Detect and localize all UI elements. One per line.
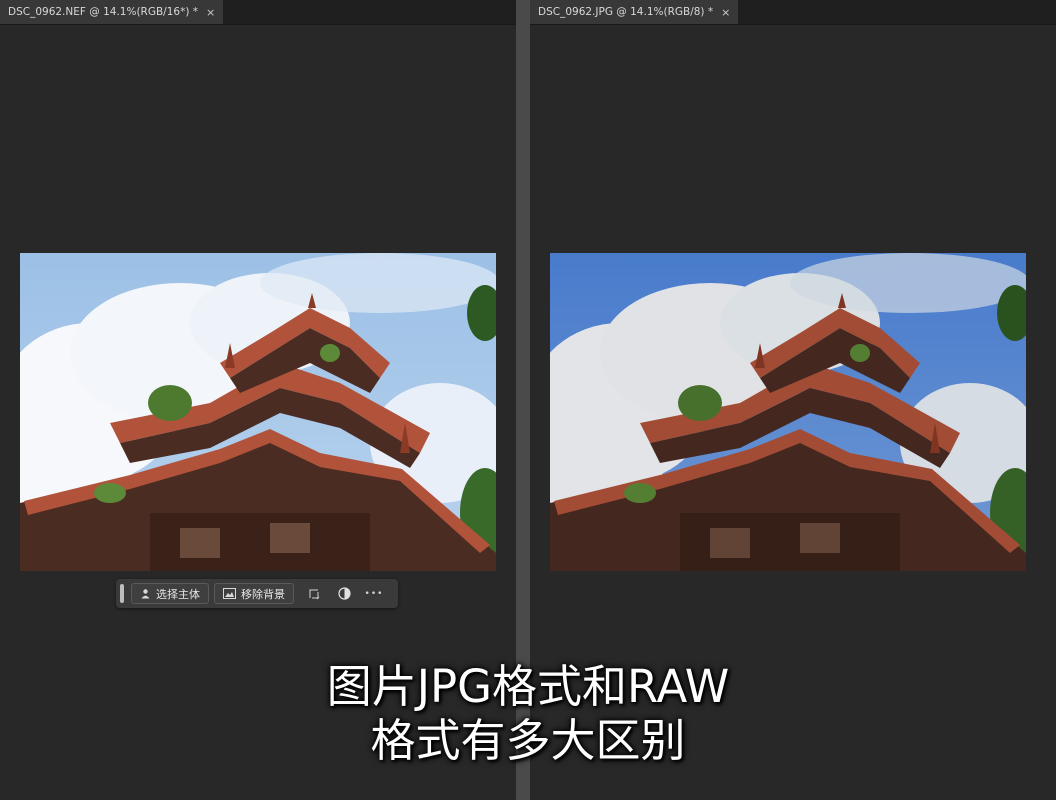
tab-nef-document[interactable]: DSC_0962.NEF @ 14.1%(RGB/16*) * × (0, 0, 224, 24)
tab-nef-title: DSC_0962.NEF @ 14.1%(RGB/16*) * (8, 6, 199, 18)
image-icon (223, 588, 236, 599)
drag-handle[interactable] (120, 584, 124, 603)
close-icon[interactable]: × (721, 6, 730, 19)
tab-jpg-title: DSC_0962.JPG @ 14.1%(RGB/8) * (538, 6, 714, 18)
transform-icon (309, 589, 320, 599)
select-subject-label: 选择主体 (156, 587, 200, 601)
remove-background-button[interactable]: 移除背景 (214, 583, 294, 604)
jpg-photo-canvas[interactable] (550, 253, 1026, 571)
tab-jpg-document[interactable]: DSC_0962.JPG @ 14.1%(RGB/8) * × (530, 0, 739, 24)
transform-button[interactable] (305, 585, 323, 603)
close-icon[interactable]: × (206, 6, 215, 19)
person-icon (141, 589, 150, 599)
caption-line-1: 图片JPG格式和RAW (326, 660, 730, 713)
right-tab-bar: DSC_0962.JPG @ 14.1%(RGB/8) * × (530, 0, 1056, 25)
select-subject-button[interactable]: 选择主体 (131, 583, 209, 604)
remove-background-label: 移除背景 (241, 587, 285, 601)
caption-line-2: 格式有多大区别 (370, 714, 686, 767)
contextual-task-bar: 选择主体 移除背景 ••• (116, 579, 398, 608)
adjustment-icon (337, 587, 351, 600)
raw-photo-canvas[interactable] (20, 253, 496, 571)
left-tab-bar: DSC_0962.NEF @ 14.1%(RGB/16*) * × (0, 0, 516, 25)
adjustment-button[interactable] (335, 585, 353, 603)
more-button[interactable]: ••• (365, 585, 383, 603)
more-icon: ••• (364, 588, 384, 599)
